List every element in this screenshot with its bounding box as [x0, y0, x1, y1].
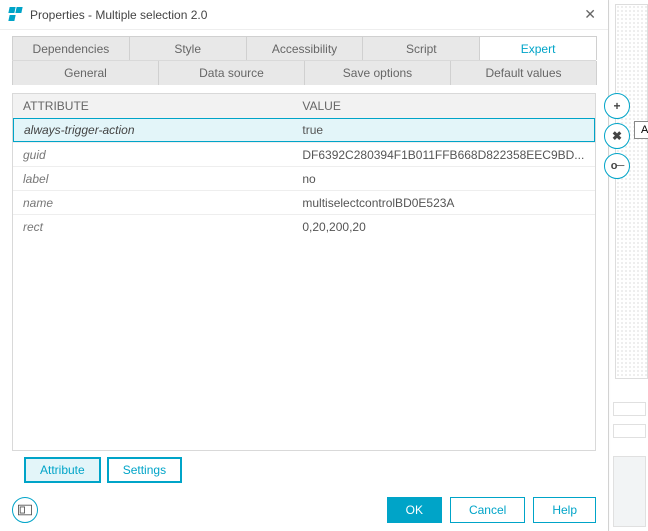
- tab-style[interactable]: Style: [129, 36, 247, 60]
- tab-data-source[interactable]: Data source: [158, 61, 305, 85]
- grid-header: ATTRIBUTE VALUE: [13, 94, 595, 118]
- attr-name: always-trigger-action: [14, 123, 292, 137]
- plus-icon: +: [613, 99, 620, 113]
- tab-script[interactable]: Script: [362, 36, 480, 60]
- tab-row-secondary: General Data source Save options Default…: [12, 61, 596, 85]
- add-attribute-button[interactable]: +: [604, 93, 630, 119]
- tab-expert[interactable]: Expert: [479, 36, 597, 60]
- close-icon[interactable]: ✕: [580, 4, 600, 25]
- attr-value: 0,20,200,20: [292, 220, 595, 234]
- grid-action-buttons: + ✖ o─ Add attribute: [604, 93, 630, 179]
- titlebar: Properties - Multiple selection 2.0 ✕: [0, 0, 608, 30]
- side-slot: [613, 456, 646, 527]
- panel-icon: [18, 504, 32, 516]
- segment-attribute[interactable]: Attribute: [24, 457, 101, 483]
- bottom-segmented: Attribute Settings: [24, 457, 584, 483]
- col-header-value: VALUE: [292, 99, 595, 113]
- dialog-footer: OK Cancel Help: [0, 489, 608, 531]
- attr-value: multiselectcontrolBD0E523A: [292, 196, 595, 210]
- delete-attribute-button[interactable]: ✖: [604, 123, 630, 149]
- tab-row-primary: Dependencies Style Accessibility Script …: [12, 36, 596, 61]
- options-button[interactable]: [12, 497, 38, 523]
- tab-dependencies[interactable]: Dependencies: [12, 36, 130, 60]
- attr-value: no: [292, 172, 595, 186]
- segment-settings[interactable]: Settings: [107, 457, 182, 483]
- col-header-attribute: ATTRIBUTE: [13, 99, 292, 113]
- tab-default-values[interactable]: Default values: [450, 61, 597, 85]
- table-row[interactable]: labelno: [13, 166, 595, 190]
- tab-general[interactable]: General: [12, 61, 159, 85]
- grid-body: always-trigger-actiontrueguidDF6392C2803…: [13, 118, 595, 450]
- dotted-area: [615, 4, 648, 379]
- table-row[interactable]: always-trigger-actiontrue: [13, 118, 595, 142]
- tab-accessibility[interactable]: Accessibility: [246, 36, 364, 60]
- app-logo-icon: [8, 7, 24, 23]
- attr-value: DF6392C280394F1B011FFB668D822358EEC9BD..…: [292, 148, 595, 162]
- table-row[interactable]: namemultiselectcontrolBD0E523A: [13, 190, 595, 214]
- window-title: Properties - Multiple selection 2.0: [30, 8, 207, 22]
- cancel-button[interactable]: Cancel: [450, 497, 525, 523]
- attr-value: true: [292, 123, 594, 137]
- attr-name: rect: [13, 220, 292, 234]
- attributes-grid: ATTRIBUTE VALUE always-trigger-actiontru…: [12, 93, 596, 451]
- table-row[interactable]: rect0,20,200,20: [13, 214, 595, 238]
- key-attribute-button[interactable]: o─: [604, 153, 630, 179]
- attributes-panel: + ✖ o─ Add attribute ATTRIBUTE VALUE alw…: [12, 93, 596, 483]
- ok-button[interactable]: OK: [387, 497, 442, 523]
- attr-name: name: [13, 196, 292, 210]
- attr-name: guid: [13, 148, 292, 162]
- table-row[interactable]: guidDF6392C280394F1B011FFB668D822358EEC9…: [13, 142, 595, 166]
- side-slot: [613, 402, 646, 416]
- tooltip-add-attribute: Add attribute: [634, 121, 648, 139]
- x-icon: ✖: [612, 129, 622, 143]
- side-slot: [613, 424, 646, 438]
- key-icon: o─: [611, 160, 624, 172]
- help-button[interactable]: Help: [533, 497, 596, 523]
- attr-name: label: [13, 172, 292, 186]
- properties-dialog: Properties - Multiple selection 2.0 ✕ De…: [0, 0, 608, 531]
- side-panel: [608, 0, 648, 531]
- tab-save-options[interactable]: Save options: [304, 61, 451, 85]
